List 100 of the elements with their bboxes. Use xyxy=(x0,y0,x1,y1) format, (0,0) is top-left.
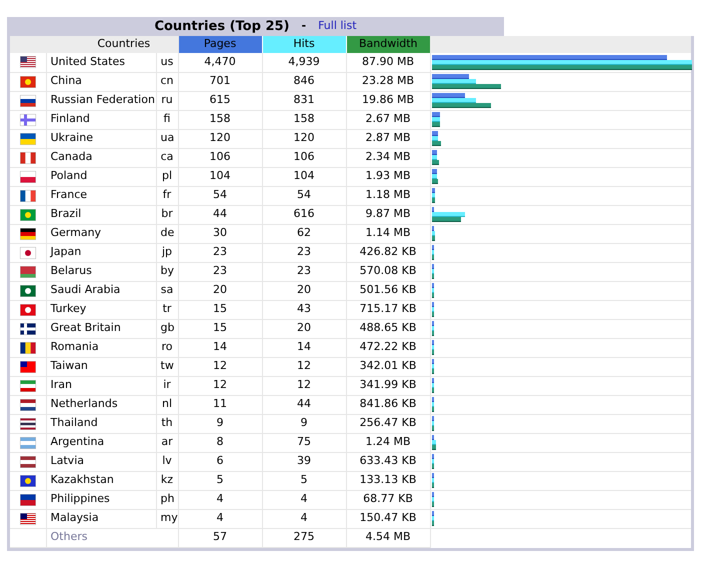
bandwidth-value: 341.99 KB xyxy=(360,378,416,392)
pages-value: 8 xyxy=(216,435,224,448)
hits-value: 20 xyxy=(297,283,311,296)
country-code: br xyxy=(161,207,173,220)
hits-value: 20 xyxy=(297,321,311,334)
bandwidth-value: 342.01 KB xyxy=(360,359,416,372)
column-header: Hits xyxy=(262,36,346,53)
bandwidth-value: 715.17 KB xyxy=(360,302,416,316)
hits-value: 4 xyxy=(300,492,308,506)
pages-value: 12 xyxy=(213,378,227,392)
flag-icon xyxy=(20,304,36,316)
column-header: Bandwidth xyxy=(346,36,430,53)
hits-value: 12 xyxy=(297,378,311,392)
pages-value: 44 xyxy=(213,207,227,220)
country-code: ua xyxy=(160,131,174,144)
pages-value: 4,470 xyxy=(204,55,236,68)
hits-value: 158 xyxy=(294,112,314,126)
bandwidth-value: 4.54 MB xyxy=(365,530,411,544)
bandwidth-value: 68.77 KB xyxy=(363,492,413,506)
pages-value: 6 xyxy=(216,454,224,468)
pages-value: 4 xyxy=(216,492,224,506)
bandwidth-value: 472.22 KB xyxy=(360,340,416,354)
flag-icon xyxy=(20,246,36,258)
flag-icon xyxy=(20,418,36,430)
hits-value: 846 xyxy=(294,74,314,88)
country-code: by xyxy=(160,264,174,278)
country-code: tr xyxy=(162,302,172,316)
country-name: Canada xyxy=(50,150,92,164)
country-code: ph xyxy=(160,492,174,506)
flag-icon xyxy=(20,190,36,202)
flag-icon xyxy=(20,228,36,240)
pages-value: 12 xyxy=(213,359,227,372)
country-code: ru xyxy=(161,93,173,106)
country-name: Russian Federation xyxy=(50,93,155,106)
full-list-link[interactable]: Full list xyxy=(318,18,357,35)
country-code: nl xyxy=(162,397,172,410)
column-header: Pages xyxy=(178,36,262,53)
country-name: Saudi Arabia xyxy=(50,283,120,296)
country-name: Great Britain xyxy=(50,321,121,334)
bandwidth-value: 426.82 KB xyxy=(360,245,416,258)
country-name: Poland xyxy=(50,169,88,182)
country-code: ro xyxy=(161,340,172,354)
bandwidth-value: 1.14 MB xyxy=(365,226,411,240)
bandwidth-value: 2.67 MB xyxy=(365,112,411,126)
bandwidth-value: 2.34 MB xyxy=(365,150,411,164)
hits-value: 5 xyxy=(300,473,308,486)
pages-value: 54 xyxy=(213,188,227,202)
country-name: United States xyxy=(50,55,125,68)
country-code: ir xyxy=(163,378,171,392)
pages-value: 9 xyxy=(216,416,224,430)
flag-icon xyxy=(20,152,36,164)
bandwidth-value: 23.28 MB xyxy=(362,74,414,88)
bandwidth-value: 488.65 KB xyxy=(360,321,416,334)
hits-value: 4,939 xyxy=(288,55,320,68)
country-name: Iran xyxy=(50,378,72,392)
country-code: kz xyxy=(160,473,174,486)
hits-value: 75 xyxy=(297,435,311,448)
country-code: th xyxy=(161,416,173,430)
country-code: gb xyxy=(160,321,174,334)
flag-icon xyxy=(20,474,36,486)
country-name: Ukraine xyxy=(50,131,93,144)
hits-value: 275 xyxy=(294,530,314,544)
flag-icon xyxy=(20,208,36,220)
bandwidth-value: 1.18 MB xyxy=(365,188,411,202)
flag-icon xyxy=(20,398,36,410)
hits-value: 43 xyxy=(297,302,311,316)
flag-icon xyxy=(20,456,36,468)
hits-value: 106 xyxy=(294,150,314,164)
flag-icon xyxy=(20,512,36,524)
pages-value: 15 xyxy=(213,302,227,316)
pages-value: 4 xyxy=(216,511,224,524)
country-name: Kazakhstan xyxy=(50,473,114,486)
country-name: Turkey xyxy=(50,302,86,316)
country-name: Philippines xyxy=(50,492,110,506)
flag-icon xyxy=(20,380,36,392)
title-separator: - xyxy=(301,18,306,34)
pages-value: 120 xyxy=(210,131,230,144)
country-name: Latvia xyxy=(50,454,84,468)
country-name: Belarus xyxy=(50,264,92,278)
country-name: Thailand xyxy=(50,416,98,430)
flag-icon xyxy=(20,76,36,88)
hits-value: 54 xyxy=(297,188,311,202)
bandwidth-value: 1.93 MB xyxy=(365,169,411,182)
hits-value: 62 xyxy=(297,226,311,240)
bandwidth-value: 633.43 KB xyxy=(360,454,416,468)
country-name: Argentina xyxy=(50,435,104,448)
hits-value: 23 xyxy=(297,245,311,258)
pages-value: 106 xyxy=(210,150,230,164)
flag-icon xyxy=(20,284,36,296)
column-header: Countries xyxy=(10,36,178,53)
bandwidth-value: 2.87 MB xyxy=(365,131,411,144)
country-code: sa xyxy=(160,283,174,296)
country-name: China xyxy=(50,74,82,88)
hits-value: 831 xyxy=(294,93,314,106)
country-code: us xyxy=(160,55,174,68)
flag-icon xyxy=(20,360,36,372)
bandwidth-value: 150.47 KB xyxy=(360,511,416,524)
country-name: Taiwan xyxy=(50,359,88,372)
country-code: ca xyxy=(160,150,174,164)
country-code: pl xyxy=(162,169,172,182)
